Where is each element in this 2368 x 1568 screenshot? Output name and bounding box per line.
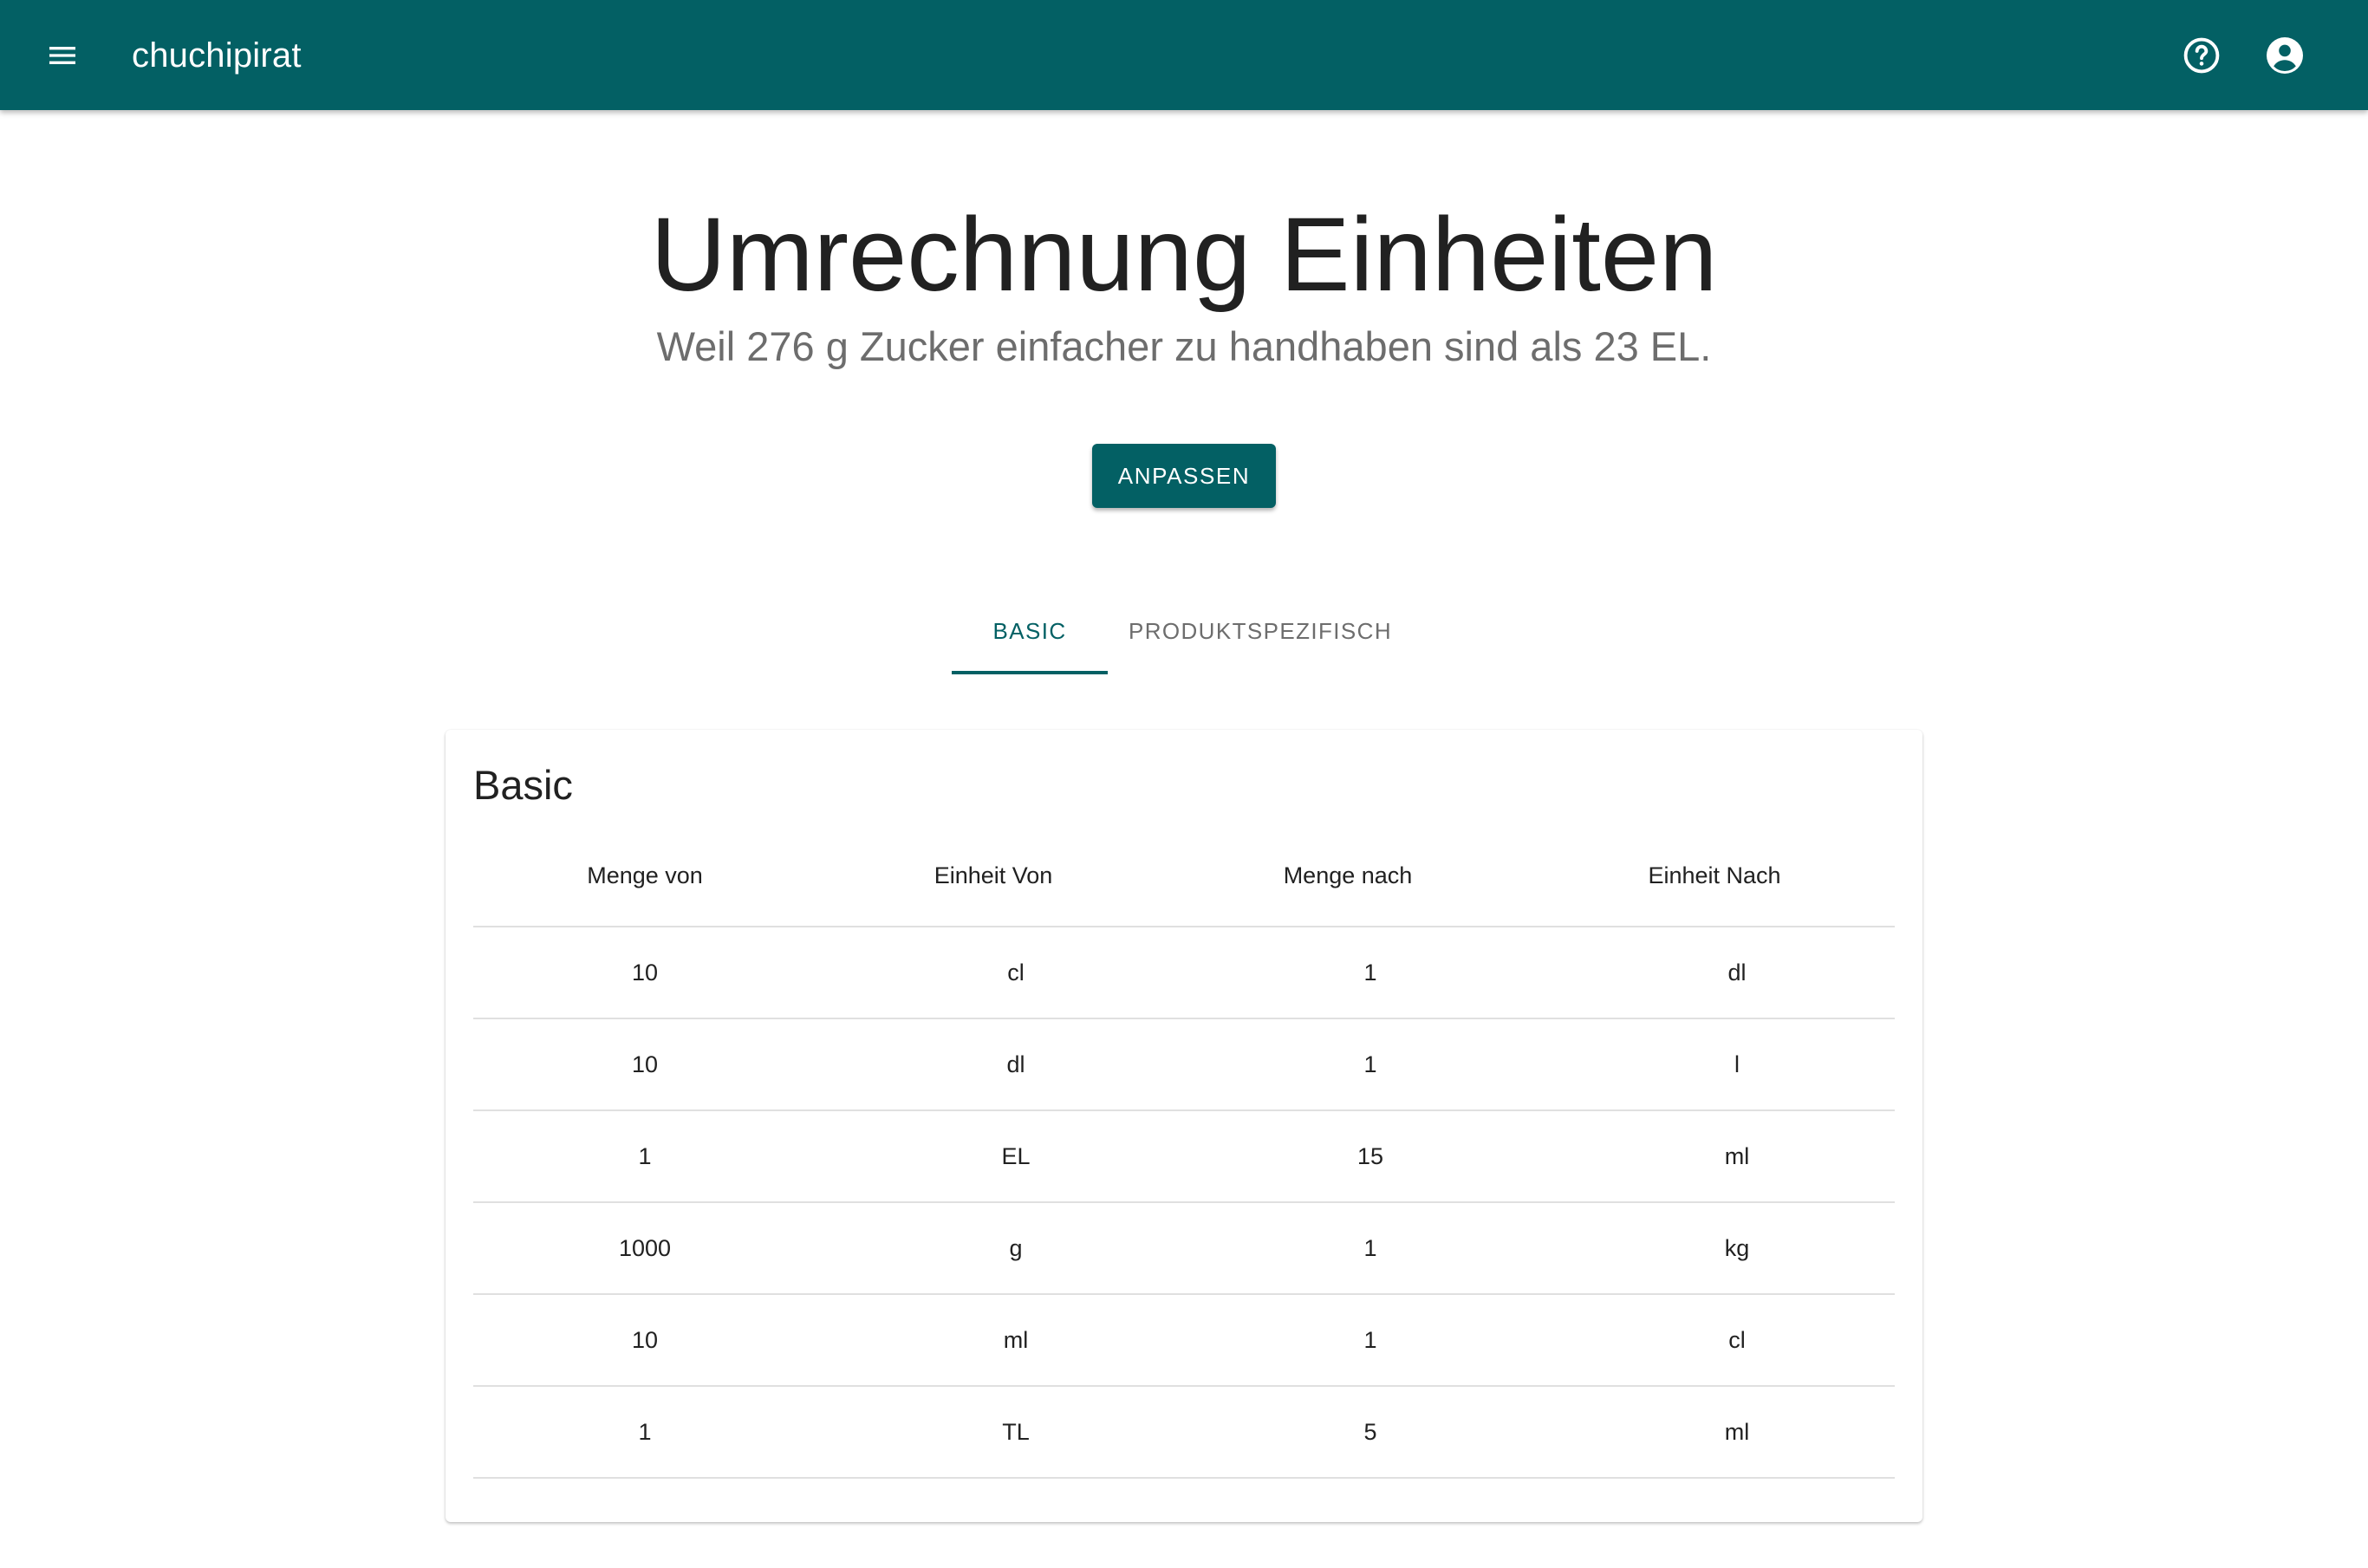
cell-einheit-nach: ml [1724,1419,1750,1445]
conversion-card: Basic Menge von Einheit Von Menge nach E… [446,730,1922,1522]
column-header-menge-von: Menge von [587,862,703,888]
column-header-menge-nach: Menge nach [1283,862,1413,888]
cell-einheit-von: dl [1006,1051,1025,1077]
app-title[interactable]: chuchipirat [132,33,302,78]
page-subtitle: Weil 276 g Zucker einfacher zu handhaben… [656,323,1712,369]
cell-einheit-nach: cl [1728,1327,1746,1353]
cell-menge-nach: 5 [1363,1419,1377,1445]
table-row[interactable]: 10 dl 1 l [473,1019,1895,1111]
cell-einheit-nach: l [1734,1051,1740,1077]
table-row[interactable]: 1 TL 5 ml [473,1387,1895,1479]
cell-einheit-von: ml [1003,1327,1029,1353]
help-circle-icon [2183,37,2220,74]
table-row[interactable]: 1000 g 1 kg [473,1203,1895,1295]
cell-einheit-von: EL [1001,1143,1031,1169]
card-title: Basic [473,762,573,808]
cell-einheit-nach: ml [1724,1143,1750,1169]
table-row[interactable]: 10 ml 1 cl [473,1295,1895,1387]
account-button[interactable] [2259,29,2311,81]
cell-menge-nach: 1 [1363,960,1377,986]
cell-menge-nach: 1 [1363,1327,1377,1353]
cell-einheit-nach: dl [1727,960,1747,986]
table-row[interactable]: 1 EL 15 ml [473,1111,1895,1203]
adjust-button[interactable]: ANPASSEN [1092,444,1276,508]
cell-einheit-von: TL [1002,1419,1030,1445]
cell-menge-nach: 15 [1356,1143,1384,1169]
cell-menge-von: 10 [631,1051,659,1077]
cell-menge-von: 10 [631,960,659,986]
cell-einheit-nach: kg [1724,1235,1750,1261]
tab-basic[interactable]: BASIC [952,598,1108,674]
column-header-einheit-nach: Einheit Nach [1648,862,1781,888]
cell-menge-von: 1000 [618,1235,672,1261]
cell-menge-nach: 1 [1363,1235,1377,1261]
app-bar: chuchipirat [0,0,2368,110]
table-row[interactable]: 10 cl 1 dl [473,927,1895,1019]
help-button[interactable] [2176,29,2228,81]
menu-icon [49,47,75,64]
cell-menge-nach: 1 [1363,1051,1377,1077]
tab-produktspezifisch[interactable]: PRODUKTSPEZIFISCH [1108,598,1413,674]
cell-menge-von: 1 [638,1419,652,1445]
column-header-einheit-von: Einheit Von [934,862,1053,888]
cell-menge-von: 1 [638,1143,652,1169]
cell-menge-von: 10 [631,1327,659,1353]
account-circle-icon [2267,37,2303,74]
tab-bar: BASIC PRODUKTSPEZIFISCH [952,598,1413,674]
page-title: Umrechnung Einheiten [650,195,1718,313]
cell-einheit-von: cl [1007,960,1025,986]
table-header: Menge von Einheit Von Menge nach Einheit… [473,836,1895,927]
cell-einheit-von: g [1009,1235,1023,1261]
menu-button[interactable] [36,29,88,81]
